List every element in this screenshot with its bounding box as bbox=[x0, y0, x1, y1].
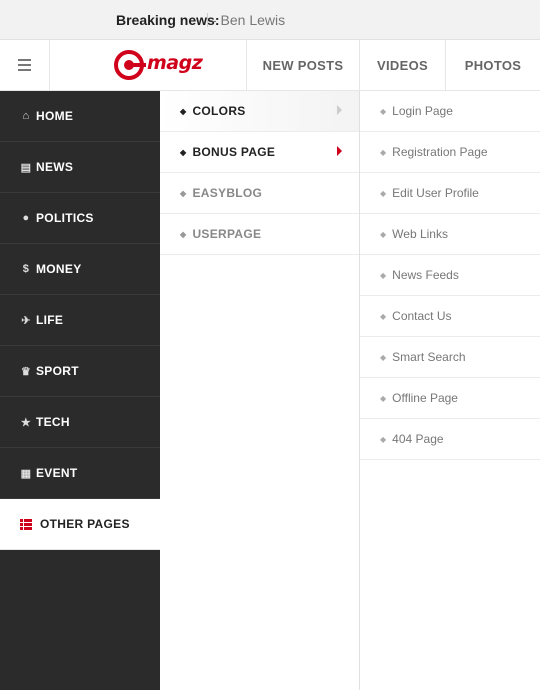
list-icon bbox=[20, 518, 32, 530]
calendar-icon: ▦ bbox=[20, 467, 32, 480]
logo-mark-icon bbox=[114, 50, 146, 80]
hamburger-menu-icon[interactable] bbox=[0, 40, 50, 90]
breaking-news-bar: Breaking news: - Ben Lewis bbox=[0, 0, 540, 40]
bullet-icon: ◆ bbox=[380, 147, 387, 157]
bullet-icon: ◆ bbox=[380, 434, 387, 444]
bullet-icon: ◆ bbox=[380, 311, 387, 321]
hamburger-bar bbox=[18, 59, 31, 61]
file-icon: ▤ bbox=[20, 161, 32, 174]
submenu-item-label: Smart Search bbox=[392, 350, 466, 364]
bullet-icon: ◆ bbox=[180, 188, 187, 198]
submenu-item-news-feeds[interactable]: ◆ News Feeds bbox=[360, 255, 540, 296]
sidebar-item-label: EVENT bbox=[36, 466, 78, 480]
nav-videos[interactable]: VIDEOS bbox=[359, 40, 445, 90]
submenu-item-label: Web Links bbox=[392, 227, 448, 241]
star-icon: ★ bbox=[20, 416, 32, 429]
sidebar-item-label: OTHER PAGES bbox=[40, 517, 130, 531]
breaking-news-label: Breaking news: bbox=[116, 11, 220, 28]
bullet-icon: ◆ bbox=[180, 106, 187, 116]
logo-text: magz bbox=[147, 52, 203, 74]
sidebar-item-money[interactable]: $ MONEY bbox=[0, 244, 160, 295]
sidebar-item-label: MONEY bbox=[36, 262, 82, 276]
hamburger-bar bbox=[18, 69, 31, 71]
bullet-icon: ◆ bbox=[380, 188, 387, 198]
submenu-item-login-page[interactable]: ◆ Login Page bbox=[360, 91, 540, 132]
submenu-item-label: Edit User Profile bbox=[392, 186, 479, 200]
bullet-icon: ◆ bbox=[380, 352, 387, 362]
list-icon-svg bbox=[20, 518, 32, 530]
header: magz NEW POSTS VIDEOS PHOTOS bbox=[0, 40, 540, 91]
sidebar-item-label: LIFE bbox=[36, 313, 64, 327]
submenu-item-label: Registration Page bbox=[392, 145, 488, 159]
nav-new-posts[interactable]: NEW POSTS bbox=[246, 40, 359, 90]
home-icon: ⌂ bbox=[22, 110, 30, 122]
bullet-icon: ◆ bbox=[180, 229, 187, 239]
submenu-bonus-page: ◆ Login Page ◆ Registration Page ◆ Edit … bbox=[359, 91, 540, 690]
submenu-item-label: Contact Us bbox=[392, 309, 452, 323]
dollar-icon: $ bbox=[22, 263, 30, 275]
globe-icon: ● bbox=[22, 212, 30, 224]
submenu-item-colors[interactable]: ◆ COLORS bbox=[160, 91, 360, 132]
hamburger-bar bbox=[18, 64, 31, 66]
sidebar: ⌂ HOME ▤ NEWS ● POLITICS $ MONEY ✈ LIFE … bbox=[0, 91, 160, 690]
sidebar-item-other-pages[interactable]: OTHER PAGES bbox=[0, 499, 160, 550]
submenu-item-label: COLORS bbox=[192, 104, 246, 118]
bullet-icon: ◆ bbox=[380, 106, 387, 116]
submenu-item-bonus-page[interactable]: ◆ BONUS PAGE bbox=[160, 132, 360, 173]
sidebar-item-politics[interactable]: ● POLITICS bbox=[0, 193, 160, 244]
bullet-icon: ◆ bbox=[380, 270, 387, 280]
chevron-right-icon bbox=[337, 105, 342, 115]
submenu-item-label: EASYBLOG bbox=[192, 186, 263, 200]
submenu-item-label: BONUS PAGE bbox=[192, 145, 276, 159]
submenu-item-contact-us[interactable]: ◆ Contact Us bbox=[360, 296, 540, 337]
trophy-icon: ♛ bbox=[20, 365, 32, 378]
submenu-item-404-page[interactable]: ◆ 404 Page bbox=[360, 419, 540, 460]
submenu-item-label: Login Page bbox=[392, 104, 453, 118]
sidebar-item-life[interactable]: ✈ LIFE bbox=[0, 295, 160, 346]
submenu-other-pages: ◆ COLORS ◆ BONUS PAGE ◆ EASYBLOG ◆ USERP… bbox=[160, 91, 360, 256]
submenu-item-label: News Feeds bbox=[392, 268, 459, 282]
submenu-item-offline-page[interactable]: ◆ Offline Page bbox=[360, 378, 540, 419]
sidebar-item-sport[interactable]: ♛ SPORT bbox=[0, 346, 160, 397]
sidebar-item-event[interactable]: ▦ EVENT bbox=[0, 448, 160, 499]
sidebar-item-label: SPORT bbox=[36, 364, 79, 378]
submenu-item-label: Offline Page bbox=[392, 391, 458, 405]
submenu-item-easyblog[interactable]: ◆ EASYBLOG bbox=[160, 173, 360, 214]
submenu-item-label: USERPAGE bbox=[192, 227, 262, 241]
sidebar-item-label: NEWS bbox=[36, 160, 74, 174]
sidebar-item-label: POLITICS bbox=[36, 211, 94, 225]
submenu-item-web-links[interactable]: ◆ Web Links bbox=[360, 214, 540, 255]
plane-icon: ✈ bbox=[21, 314, 31, 327]
submenu-item-edit-user-profile[interactable]: ◆ Edit User Profile bbox=[360, 173, 540, 214]
chevron-right-icon bbox=[337, 146, 342, 156]
bullet-icon: ◆ bbox=[380, 393, 387, 403]
submenu-item-label: 404 Page bbox=[392, 432, 444, 446]
sidebar-item-home[interactable]: ⌂ HOME bbox=[0, 91, 160, 142]
breaking-news-text[interactable]: - Ben Lewis bbox=[212, 12, 285, 28]
nav-photos[interactable]: PHOTOS bbox=[445, 40, 540, 90]
submenu-item-userpage[interactable]: ◆ USERPAGE bbox=[160, 214, 360, 255]
bullet-icon: ◆ bbox=[180, 147, 187, 157]
breaking-news-divider bbox=[207, 13, 208, 27]
submenu-item-smart-search[interactable]: ◆ Smart Search bbox=[360, 337, 540, 378]
submenu-item-registration-page[interactable]: ◆ Registration Page bbox=[360, 132, 540, 173]
logo[interactable]: magz bbox=[114, 50, 203, 80]
sidebar-item-label: HOME bbox=[36, 109, 74, 123]
bullet-icon: ◆ bbox=[380, 229, 387, 239]
sidebar-item-news[interactable]: ▤ NEWS bbox=[0, 142, 160, 193]
sidebar-item-tech[interactable]: ★ TECH bbox=[0, 397, 160, 448]
sidebar-item-label: TECH bbox=[36, 415, 70, 429]
